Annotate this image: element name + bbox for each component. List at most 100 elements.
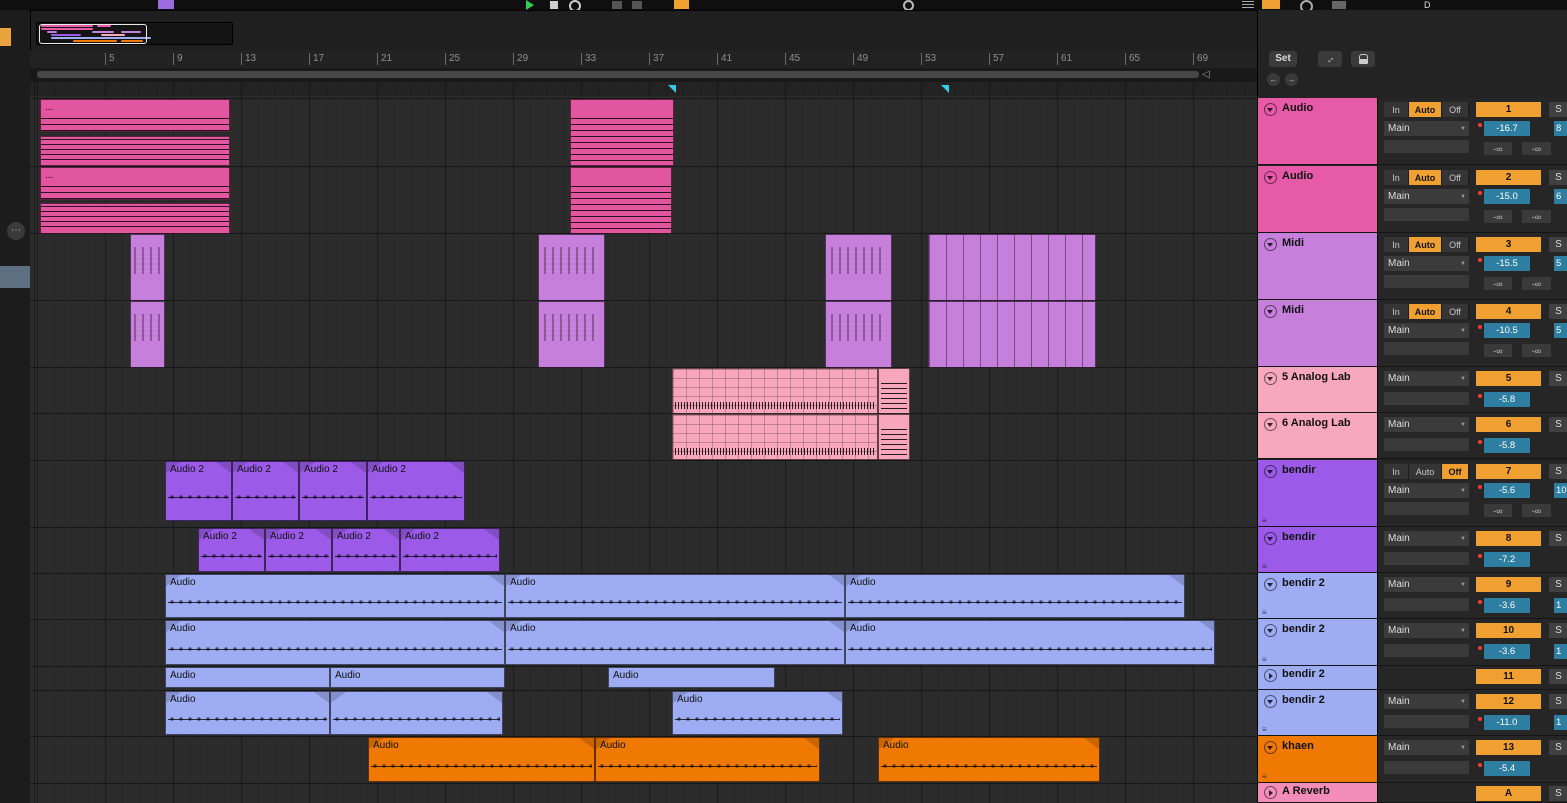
fold-track-icon[interactable]: [1264, 695, 1277, 708]
pan-control[interactable]: [1384, 438, 1469, 451]
fold-track-icon[interactable]: [1264, 418, 1277, 431]
volume-value[interactable]: -16.7: [1478, 121, 1530, 136]
solo-button[interactable]: S: [1549, 623, 1567, 638]
ruler-bar-number[interactable]: 65: [1125, 53, 1140, 65]
undo-icon[interactable]: [612, 1, 622, 9]
forward-button[interactable]: →: [1285, 73, 1298, 86]
track-title-block[interactable]: Audio: [1258, 166, 1378, 233]
track-title-block[interactable]: khaen ≡: [1258, 736, 1378, 783]
send-value-partial[interactable]: 1: [1554, 644, 1567, 659]
track-number[interactable]: 6: [1476, 417, 1541, 432]
pan-control[interactable]: [1384, 761, 1469, 774]
audio-clip[interactable]: Audio 2: [198, 528, 265, 572]
solo-button[interactable]: S: [1549, 669, 1567, 684]
volume-value[interactable]: -3.6: [1478, 598, 1530, 613]
monitor-off-button[interactable]: Off: [1442, 170, 1469, 185]
volume-value[interactable]: -5.8: [1478, 392, 1530, 407]
back-button[interactable]: ←: [1267, 73, 1280, 86]
automation-arm-icon[interactable]: [674, 0, 689, 9]
audio-clip[interactable]: [825, 301, 892, 368]
solo-button[interactable]: S: [1549, 740, 1567, 755]
volume-value[interactable]: -15.5: [1478, 256, 1530, 271]
search-icon[interactable]: [903, 0, 914, 10]
audio-clip[interactable]: ...: [40, 99, 230, 132]
track-number[interactable]: 10: [1476, 623, 1541, 638]
fold-track-icon[interactable]: [1264, 741, 1277, 754]
monitor-auto-button[interactable]: Auto: [1409, 304, 1442, 319]
volume-value[interactable]: -10.5: [1478, 323, 1530, 338]
audio-clip[interactable]: ...: [40, 167, 230, 200]
solo-button[interactable]: S: [1549, 694, 1567, 709]
track-title-block[interactable]: A Reverb: [1258, 783, 1378, 803]
audio-clip[interactable]: [538, 234, 605, 301]
send-value-partial[interactable]: 8: [1554, 121, 1567, 136]
monitor-in-button[interactable]: In: [1384, 237, 1409, 252]
monitor-in-button[interactable]: In: [1384, 102, 1409, 117]
audio-clip[interactable]: Audio: [368, 737, 595, 782]
ruler-bar-number[interactable]: 37: [649, 53, 664, 65]
track-title-block[interactable]: bendir ≡: [1258, 460, 1378, 527]
audio-clip[interactable]: [130, 301, 165, 368]
ruler-bar-number[interactable]: 9: [173, 53, 183, 65]
ruler-bar-number[interactable]: 45: [785, 53, 800, 65]
send-value-partial[interactable]: 5: [1554, 323, 1567, 338]
solo-button[interactable]: S: [1549, 531, 1567, 546]
monitor-in-button[interactable]: In: [1384, 304, 1409, 319]
pan-control[interactable]: [1384, 392, 1469, 405]
pan-control[interactable]: [1384, 208, 1469, 221]
track-number[interactable]: 2: [1476, 170, 1541, 185]
track-title-block[interactable]: bendir ≡: [1258, 527, 1378, 573]
output-routing-select[interactable]: Main ▼: [1384, 323, 1469, 338]
unfold-track-icon[interactable]: [1264, 669, 1277, 682]
solo-button[interactable]: S: [1549, 786, 1567, 801]
monitor-off-button[interactable]: Off: [1442, 464, 1469, 479]
pan-control[interactable]: [1384, 275, 1469, 288]
output-routing-select[interactable]: Main ▼: [1384, 189, 1469, 204]
audio-clip[interactable]: [672, 368, 878, 414]
send-value-partial[interactable]: 6: [1554, 189, 1567, 204]
solo-button[interactable]: S: [1549, 417, 1567, 432]
fold-track-icon[interactable]: [1264, 532, 1277, 545]
pan-control[interactable]: [1384, 715, 1469, 728]
output-routing-select[interactable]: Main ▼: [1384, 623, 1469, 638]
track-number[interactable]: 5: [1476, 371, 1541, 386]
horizontal-scrollbar[interactable]: ◁: [30, 68, 1257, 83]
track-number[interactable]: 13: [1476, 740, 1541, 755]
track-number[interactable]: 4: [1476, 304, 1541, 319]
fold-track-icon[interactable]: [1264, 372, 1277, 385]
draw-mode-icon[interactable]: [1262, 0, 1280, 9]
track-title-block[interactable]: 5 Analog Lab: [1258, 367, 1378, 413]
send-value-partial[interactable]: 5: [1554, 256, 1567, 271]
unfold-track-icon[interactable]: [1264, 786, 1277, 799]
volume-value[interactable]: -15.0: [1478, 189, 1530, 204]
audio-clip[interactable]: [130, 234, 165, 301]
monitor-off-button[interactable]: Off: [1442, 237, 1469, 252]
fold-track-icon[interactable]: [1264, 305, 1277, 318]
output-routing-select[interactable]: Main ▼: [1384, 371, 1469, 386]
output-routing-select[interactable]: Main ▼: [1384, 740, 1469, 755]
monitor-off-button[interactable]: Off: [1442, 102, 1469, 117]
stop-icon[interactable]: [550, 1, 558, 9]
audio-clip[interactable]: Audio 2: [232, 461, 299, 521]
ruler-bar-number[interactable]: 53: [921, 53, 936, 65]
toolbar-d-label[interactable]: D: [1424, 0, 1431, 10]
audio-clip[interactable]: [825, 234, 892, 301]
audio-clip[interactable]: Audio 2: [367, 461, 465, 521]
play-icon[interactable]: [526, 0, 534, 10]
ruler-bar-number[interactable]: 57: [989, 53, 1004, 65]
pan-control[interactable]: [1384, 598, 1469, 611]
monitor-off-button[interactable]: Off: [1442, 304, 1469, 319]
track-number[interactable]: 9: [1476, 577, 1541, 592]
audio-clip[interactable]: Audio 2: [332, 528, 400, 572]
rail-orange-chip[interactable]: [0, 28, 11, 46]
send-value-partial[interactable]: 10: [1554, 483, 1567, 498]
audio-clip[interactable]: Audio: [878, 737, 1100, 782]
monitor-in-button[interactable]: In: [1384, 464, 1409, 479]
record-icon[interactable]: [569, 0, 581, 10]
audio-clip[interactable]: Audio: [845, 574, 1185, 618]
send-value-partial[interactable]: 1: [1554, 598, 1567, 613]
arrangement-grid[interactable]: ...... Audio 2 Audio 2 Audio 2 Audio 2 Audio …: [30, 82, 1257, 803]
fold-track-icon[interactable]: [1264, 624, 1277, 637]
solo-button[interactable]: S: [1549, 304, 1567, 319]
more-options-button[interactable]: ⋯: [7, 222, 25, 240]
